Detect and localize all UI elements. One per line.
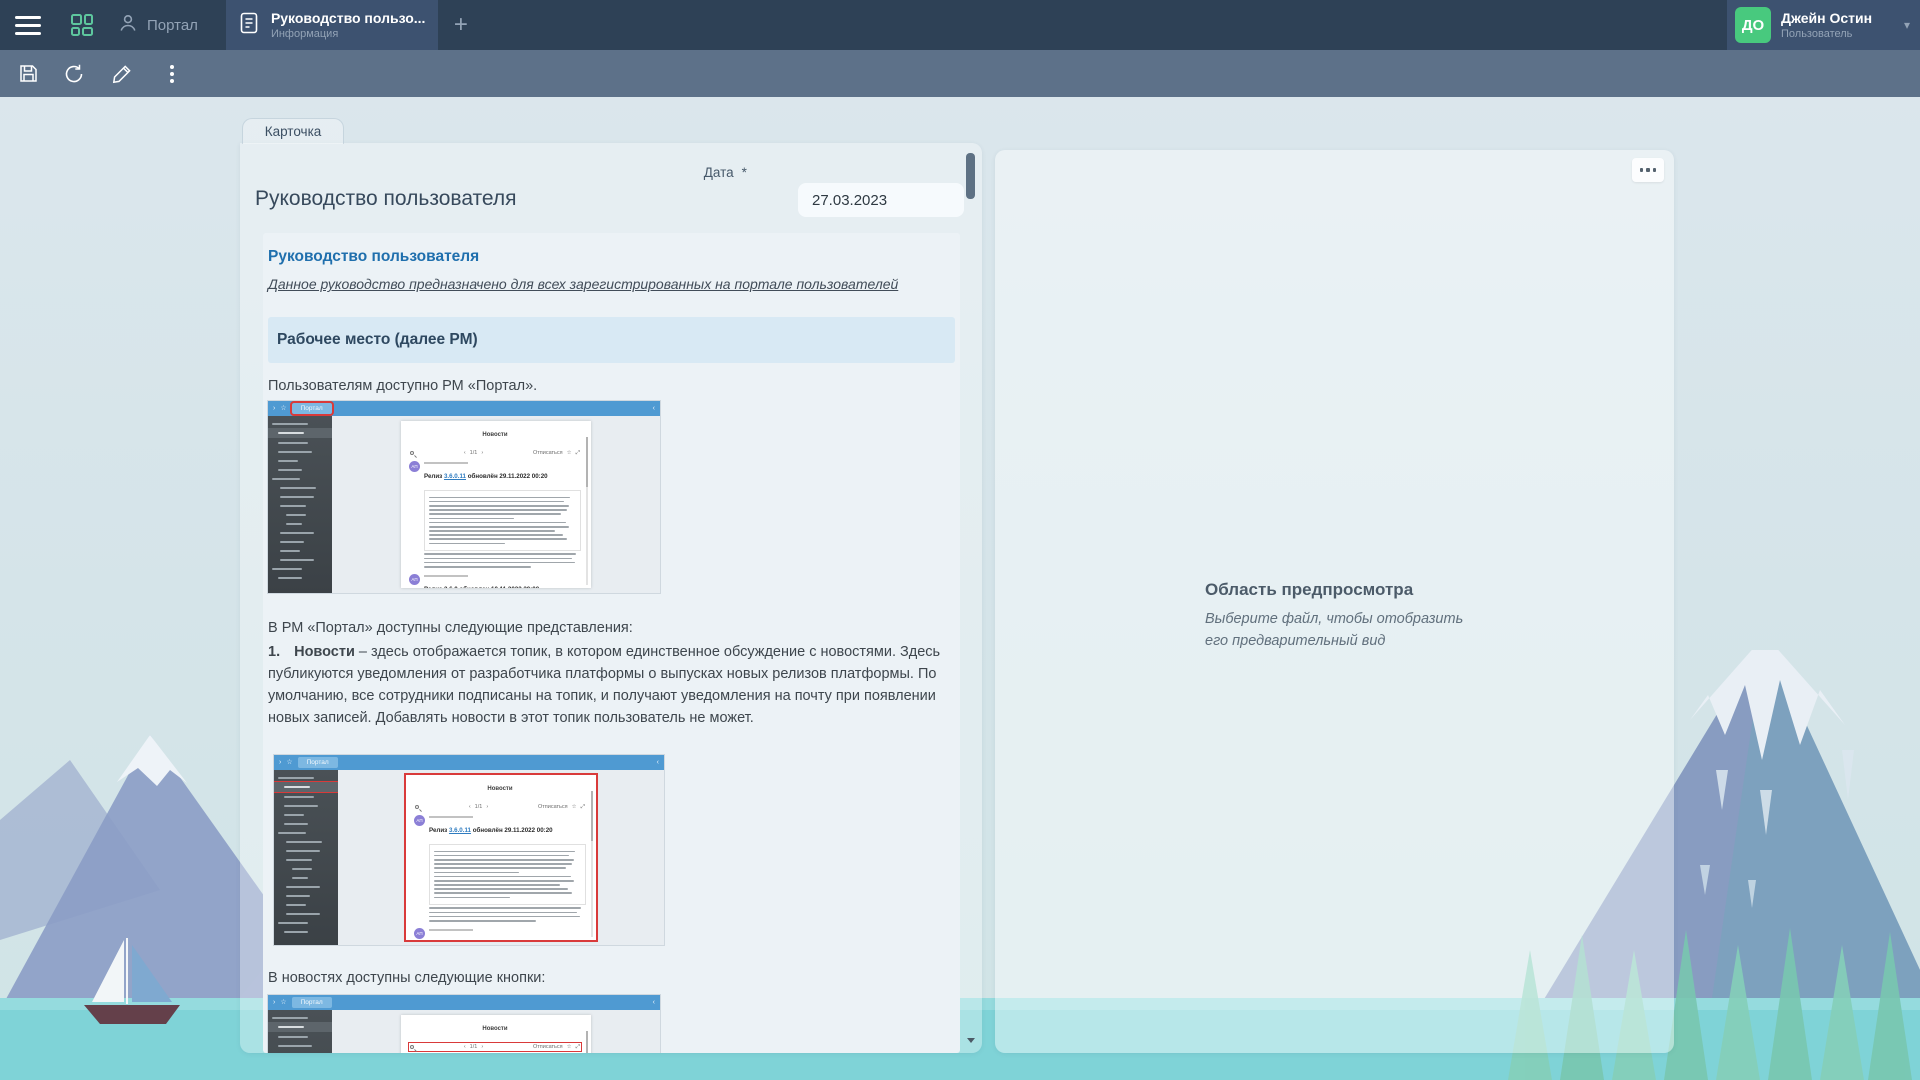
mini-news-feed-highlighted: Новости ‹1/1› Отписаться☆⤢ АП Релиз 3.6.…	[406, 775, 596, 940]
mini-portal-button: Портал	[298, 757, 338, 768]
workspace-portal[interactable]: Портал	[108, 0, 226, 50]
date-field-label: Дата*	[704, 165, 747, 180]
preview-title: Область предпросмотра	[1205, 580, 1525, 600]
mini-post-2: АП Релиз 3.6.0 обновлен 10.11.2022 20:00	[414, 928, 586, 940]
required-asterisk: *	[742, 165, 747, 180]
new-tab-button[interactable]: +	[438, 0, 484, 50]
refresh-button[interactable]	[62, 62, 86, 86]
mini-post-2: АП Релиз 3.6.0 обновлен 10.11.2022 20:00	[409, 574, 581, 588]
doc-section-box: Рабочее место (далее РМ)	[268, 317, 955, 363]
scrollbar-thumb[interactable]	[966, 153, 975, 199]
card-scrollbar[interactable]	[966, 150, 976, 1045]
doc-heading: Руководство пользователя	[268, 246, 955, 268]
mini-sidebar	[268, 416, 332, 593]
mini-topbar: › ☆ Портал ‹	[268, 401, 660, 416]
scrollbar-down-arrow[interactable]	[967, 1038, 975, 1043]
preview-hint: Выберите файл, чтобы отобразить его пред…	[1205, 608, 1470, 652]
action-toolbar	[0, 50, 1920, 97]
top-app-bar: Портал Руководство пользо... Информация …	[0, 0, 1920, 50]
mini-main-area: Новости ‹1/1› Отписаться☆⤢ АП Релиз 3.6.…	[332, 416, 660, 593]
mini-search-icon	[410, 451, 414, 455]
page-title: Руководство пользователя	[255, 187, 517, 211]
mini-news-feed: Новости ‹1/1› Отписаться☆⤢ АП Релиз 3.6.…	[401, 421, 591, 588]
mini-topbar: › ☆ Портал ‹	[268, 995, 660, 1010]
mini-feed-toolbar: ‹1/1› Отписаться☆⤢	[409, 449, 581, 457]
mini-feed-toolbar-highlighted: ‹1/1› Отписаться☆⤢	[409, 1043, 581, 1051]
mini-search-icon	[415, 805, 419, 809]
preview-panel: Область предпросмотра Выберите файл, что…	[995, 150, 1674, 1053]
tab-card[interactable]: Карточка	[242, 118, 344, 144]
document-body: Руководство пользователя Данное руководс…	[263, 233, 960, 1053]
doc-list-item: 1.Новости – здесь отображается топик, в …	[268, 641, 955, 729]
person-icon	[118, 13, 138, 37]
tab-title: Руководство пользо...	[271, 10, 426, 26]
doc-subheading: Данное руководство предназначено для все…	[268, 273, 955, 295]
edit-pencil-button[interactable]	[110, 62, 134, 86]
doc-paragraph: В новостях доступны следующие кнопки:	[268, 967, 955, 989]
mini-topbar: › ☆ Портал ‹	[274, 755, 664, 770]
mini-main-area: Новости ‹1/1› Отписаться☆⤢ АП Релиз 3.6.…	[338, 770, 664, 945]
embedded-screenshot-portal-overview[interactable]: › ☆ Портал ‹ Новости ‹1/1› Отписаться☆⤢	[268, 401, 660, 593]
preview-more-kebab-button[interactable]	[1632, 158, 1664, 182]
mini-search-icon	[410, 1045, 414, 1049]
embedded-screenshot-news-buttons[interactable]: › ☆ Портал ‹ Новости ‹1/1› Отписаться☆⤢	[268, 995, 660, 1053]
workspaces-grid-icon[interactable]	[56, 0, 108, 50]
mini-sidebar	[274, 770, 338, 945]
document-icon	[238, 11, 260, 40]
mini-sidebar	[268, 1010, 332, 1053]
mini-post-1: АП Релиз 3.6.0.11 обновлён 29.11.2022 00…	[409, 461, 581, 570]
user-avatar: ДО	[1735, 7, 1771, 43]
mini-news-feed: Новости ‹1/1› Отписаться☆⤢ АП Релиз 3.6.…	[401, 1015, 591, 1053]
mini-scrollbar	[586, 1031, 588, 1053]
date-input[interactable]	[798, 183, 964, 217]
mini-scrollbar	[586, 437, 588, 585]
mini-feed-toolbar: ‹1/1› Отписаться☆⤢	[414, 803, 586, 811]
tab-subtitle: Информация	[271, 28, 426, 40]
save-button[interactable]	[16, 62, 40, 86]
open-tab-user-guide[interactable]: Руководство пользо... Информация	[226, 0, 438, 50]
record-card-panel: Руководство пользователя Дата* Руководст…	[240, 143, 982, 1053]
more-actions-kebab-button[interactable]	[160, 62, 184, 86]
embedded-screenshot-news-view[interactable]: › ☆ Портал ‹ Новости ‹1/1› Отписаться☆⤢	[274, 755, 664, 945]
user-name: Джейн Остин	[1781, 10, 1872, 26]
mini-main-area: Новости ‹1/1› Отписаться☆⤢ АП Релиз 3.6.…	[332, 1010, 660, 1053]
mini-post-1: АП Релиз 3.6.0.11 обновлён 29.11.2022 00…	[414, 815, 586, 924]
doc-paragraph: В РМ «Портал» доступны следующие предста…	[268, 617, 955, 639]
hamburger-menu-button[interactable]	[0, 0, 56, 50]
user-menu[interactable]: ДО Джейн Остин Пользователь ▾	[1727, 0, 1920, 50]
workspace-label: Портал	[147, 17, 198, 34]
chevron-down-icon: ▾	[1904, 18, 1910, 32]
mini-scrollbar	[591, 791, 593, 937]
mini-portal-button: Портал	[292, 997, 332, 1008]
mini-portal-button: Портал	[292, 403, 332, 414]
user-role: Пользователь	[1781, 28, 1872, 40]
doc-paragraph: Пользователям доступно РМ «Портал».	[268, 375, 955, 397]
